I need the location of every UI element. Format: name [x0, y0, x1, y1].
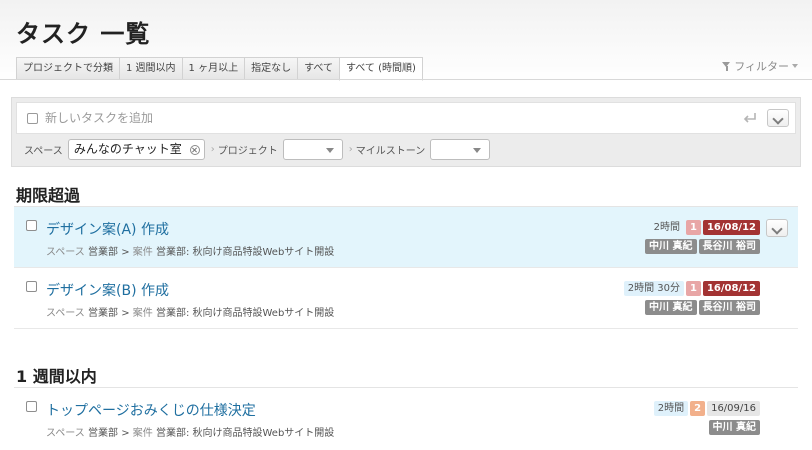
meta-separator: > — [121, 428, 130, 439]
add-task-row — [16, 102, 796, 134]
due-date-badge: 16/09/16 — [707, 401, 760, 416]
tab-unspecified[interactable]: 指定なし — [244, 57, 298, 80]
case-name[interactable]: 営業部: 秋向け商品特設Webサイト開設 — [156, 428, 334, 439]
priority-badge: 1 — [685, 281, 701, 296]
project-select[interactable] — [282, 138, 343, 160]
time-estimate-badge: 2時間 30分 — [623, 281, 684, 296]
chevron-down-icon — [792, 64, 798, 68]
due-date-badge: 16/08/12 — [702, 220, 760, 235]
assignee-badge[interactable]: 中川 真紀 — [645, 239, 697, 254]
tab-by-project[interactable]: プロジェクトで分類 — [16, 57, 119, 80]
space-selector[interactable]: みんなのチャット室 — [67, 138, 205, 160]
tab-all-by-time[interactable]: すべて (時間順) — [339, 57, 423, 81]
task-row[interactable]: デザイン案(A) 作成 スペース 営業部 > 案件 営業部: 秋向け商品特設We… — [14, 207, 798, 268]
task-assignees: 中川 真紀 — [708, 420, 760, 435]
meta-separator: > — [121, 247, 130, 258]
space-label: スペース — [24, 145, 63, 157]
space-name[interactable]: 営業部 — [88, 308, 118, 319]
task-row[interactable]: トップページおみくじの仕様決定 スペース 営業部 > 案件 営業部: 秋向け商品… — [14, 388, 798, 449]
task-meta: スペース 営業部 > 案件 営業部: 秋向け商品特設Webサイト開設 — [46, 243, 334, 258]
page-header: タスク 一覧 プロジェクトで分類 1 週間以内 1 ヶ月以上 指定なし すべて … — [0, 0, 812, 82]
space-value: みんなのチャット室 — [73, 141, 182, 156]
header-divider — [0, 79, 812, 80]
priority-badge: 2 — [690, 401, 706, 416]
add-options-dropdown-button[interactable] — [767, 109, 789, 127]
filter-label: フィルター — [734, 60, 789, 73]
chevron-right-icon: › — [210, 143, 215, 155]
case-meta-label: 案件 — [132, 247, 153, 258]
space-meta-label: スペース — [46, 247, 85, 258]
space-name[interactable]: 営業部 — [88, 428, 118, 439]
meta-separator: > — [121, 308, 130, 319]
page-title: タスク 一覧 — [16, 20, 151, 48]
add-task-panel: スペース みんなのチャット室 › プロジェクト › マイルストーン — [11, 97, 801, 167]
project-label: プロジェクト — [217, 145, 278, 157]
task-meta: スペース 営業部 > 案件 営業部: 秋向け商品特設Webサイト開設 — [46, 304, 334, 319]
section-title-overdue: 期限超過 — [16, 186, 81, 205]
tab-within-week[interactable]: 1 週間以内 — [119, 57, 182, 80]
task-assignees: 中川 真紀 長谷川 裕司 — [645, 300, 760, 315]
tab-bar: プロジェクトで分類 1 週間以内 1 ヶ月以上 指定なし すべて すべて (時間… — [16, 57, 423, 81]
task-options-dropdown-button[interactable] — [766, 219, 788, 237]
task-title[interactable]: デザイン案(A) 作成 — [46, 219, 169, 239]
milestone-select[interactable] — [430, 138, 491, 160]
milestone-label: マイルストーン — [355, 145, 426, 157]
filter-button[interactable]: フィルター — [722, 58, 798, 74]
time-estimate-badge: 2時間 — [653, 401, 689, 416]
funnel-icon — [722, 61, 731, 71]
assignee-badge[interactable]: 中川 真紀 — [645, 300, 697, 315]
task-row[interactable]: デザイン案(B) 作成 スペース 営業部 > 案件 営業部: 秋向け商品特設We… — [14, 268, 798, 329]
case-meta-label: 案件 — [132, 428, 153, 439]
assignee-badge[interactable]: 長谷川 裕司 — [698, 239, 760, 254]
assignee-badge[interactable]: 中川 真紀 — [708, 420, 760, 435]
case-name[interactable]: 営業部: 秋向け商品特設Webサイト開設 — [156, 247, 334, 258]
add-task-filters: スペース みんなのチャット室 › プロジェクト › マイルストーン — [24, 138, 491, 160]
tab-all[interactable]: すべて — [297, 57, 339, 80]
new-task-input[interactable] — [45, 108, 725, 128]
task-assignees: 中川 真紀 長谷川 裕司 — [645, 239, 760, 254]
section-title-within-week: 1 週間以内 — [16, 367, 97, 386]
time-estimate-badge: 2時間 — [653, 222, 680, 233]
space-name[interactable]: 営業部 — [88, 247, 118, 258]
task-checkbox[interactable] — [26, 281, 37, 292]
add-task-checkbox — [27, 113, 38, 124]
case-meta-label: 案件 — [132, 308, 153, 319]
space-meta-label: スペース — [46, 428, 85, 439]
task-meta: スペース 営業部 > 案件 営業部: 秋向け商品特設Webサイト開設 — [46, 424, 334, 439]
priority-badge: 1 — [685, 220, 701, 235]
task-badges: 2時間 2 16/09/16 — [653, 401, 760, 416]
task-checkbox[interactable] — [26, 220, 37, 231]
chevron-right-icon: › — [348, 143, 353, 155]
task-title[interactable]: デザイン案(B) 作成 — [46, 280, 169, 300]
task-badges: 2時間 30分 1 16/08/12 — [623, 281, 760, 296]
task-checkbox[interactable] — [26, 401, 37, 412]
task-title[interactable]: トップページおみくじの仕様決定 — [46, 400, 256, 420]
task-badges: 2時間 1 16/08/12 — [650, 220, 760, 235]
clear-space-icon[interactable] — [189, 144, 200, 155]
space-meta-label: スペース — [46, 308, 85, 319]
case-name[interactable]: 営業部: 秋向け商品特設Webサイト開設 — [156, 308, 334, 319]
tab-over-month[interactable]: 1 ヶ月以上 — [181, 57, 245, 80]
due-date-badge: 16/08/12 — [702, 281, 760, 296]
enter-icon[interactable] — [743, 112, 757, 124]
assignee-badge[interactable]: 長谷川 裕司 — [698, 300, 760, 315]
